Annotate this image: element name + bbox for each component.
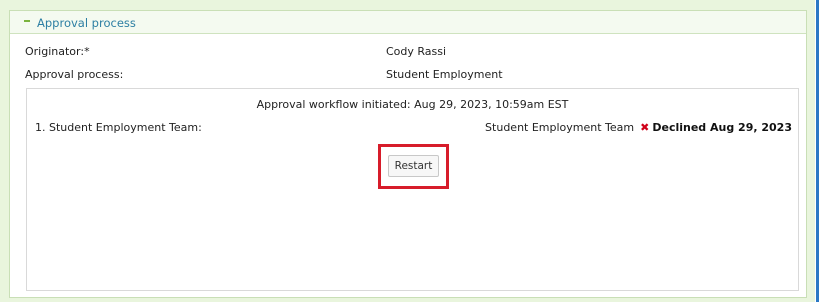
x-icon: ✖ <box>640 121 650 134</box>
panel-header[interactable]: Approval process <box>10 11 806 34</box>
workflow-box: Approval workflow initiated: Aug 29, 202… <box>26 88 799 291</box>
step-assignee: Student Employment Team <box>485 121 635 134</box>
workflow-initiated-text: Approval workflow initiated: Aug 29, 202… <box>256 98 569 111</box>
workflow-step-status: Student Employment Team ✖ Declined Aug 29,… <box>485 121 792 134</box>
originator-label: Originator:* <box>25 45 90 58</box>
collapse-icon[interactable] <box>24 20 30 22</box>
approval-process-panel: Approval process Originator:* Cody Rassi… <box>9 10 807 298</box>
restart-highlight: Restart <box>378 144 449 189</box>
approval-process-value: Student Employment <box>386 68 503 81</box>
approval-process-label: Approval process: <box>25 68 124 81</box>
workflow-step-label: 1. Student Employment Team: <box>35 121 202 134</box>
restart-button[interactable]: Restart <box>388 155 439 177</box>
declined-status: Declined Aug 29, 2023 <box>652 121 792 134</box>
originator-value: Cody Rassi <box>386 45 447 58</box>
panel-title[interactable]: Approval process <box>37 16 136 30</box>
window-edge <box>816 0 819 302</box>
